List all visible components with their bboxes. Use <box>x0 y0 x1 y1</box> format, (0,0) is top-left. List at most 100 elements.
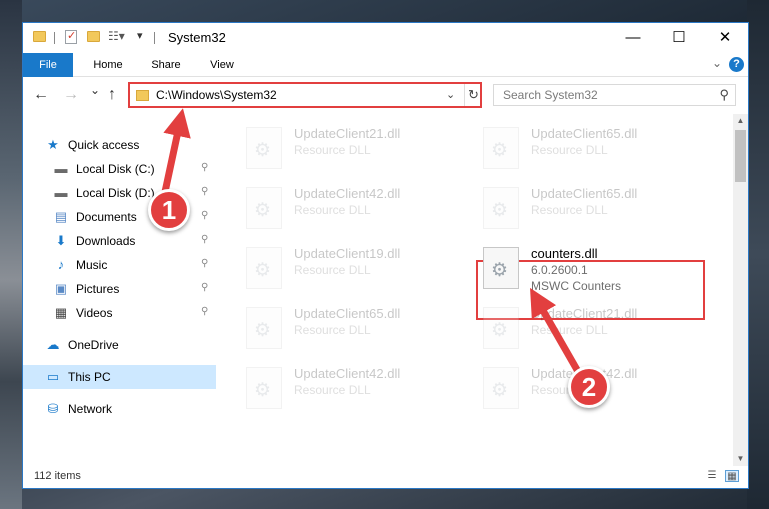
sidebar-item-videos[interactable]: ▦ Videos ⚲ <box>23 301 216 325</box>
file-name: UpdateClient19.dll <box>294 246 401 261</box>
file-name: UpdateClient21.dll <box>294 126 401 141</box>
gear-icon: ⚙ <box>491 140 509 161</box>
dll-file-icon: ⚙ <box>483 307 519 349</box>
customize-toolbar-icon[interactable]: ☷▾ <box>108 29 125 43</box>
pin-icon[interactable]: ⚲ <box>201 210 208 221</box>
sidebar-item-this-pc[interactable]: ▭ This PC <box>23 365 216 389</box>
file-type: Resource DLL <box>294 323 371 337</box>
sidebar-item-label: Network <box>68 402 113 416</box>
tab-home[interactable]: Home <box>83 53 133 77</box>
search-input[interactable]: Search System32 ⚲ <box>493 84 736 106</box>
back-button[interactable]: ← <box>33 86 49 104</box>
up-button[interactable]: ↑ <box>108 86 116 104</box>
sidebar-item-local-disk-c[interactable]: ▬ Local Disk (C:) ⚲ <box>23 157 216 181</box>
close-button[interactable]: ✕ <box>702 23 748 53</box>
chevron-down-icon[interactable]: ▾ <box>137 29 143 42</box>
file-item[interactable]: ⚙ UpdateClient19.dll Resource DLL <box>236 244 466 302</box>
file-name: counters.dll <box>531 246 598 261</box>
file-item-counters-dll[interactable]: ⚙ counters.dll 6.0.2600.1 MSWC Counters <box>473 244 703 302</box>
search-icon[interactable]: ⚲ <box>719 87 729 103</box>
pin-icon[interactable]: ⚲ <box>201 234 208 245</box>
gear-icon: ⚙ <box>491 200 509 221</box>
window-title: System32 <box>168 30 226 45</box>
drive-icon: ▬ <box>54 185 68 200</box>
file-item[interactable]: ⚙ UpdateClient42.dll Resource DLL <box>236 364 466 422</box>
sidebar-item-label: Music <box>76 258 108 272</box>
gear-icon: ⚙ <box>491 320 509 341</box>
dll-file-icon: ⚙ <box>483 247 519 289</box>
folder-icon <box>136 90 149 101</box>
dll-file-icon: ⚙ <box>246 247 282 289</box>
file-item[interactable]: ⚙ UpdateClient21.dll Resource DLL <box>236 124 466 182</box>
new-folder-icon[interactable] <box>87 31 100 42</box>
vertical-scrollbar[interactable]: ▲ ▼ <box>733 114 748 466</box>
file-type: Resource DLL <box>294 203 371 217</box>
gear-icon: ⚙ <box>254 260 272 281</box>
file-name: UpdateClient42.dll <box>294 366 401 381</box>
sidebar-item-music[interactable]: ♪ Music ⚲ <box>23 253 216 277</box>
tab-share[interactable]: Share <box>141 53 191 77</box>
file-item[interactable]: ⚙ UpdateClient65.dll Resource DLL <box>236 304 466 362</box>
toolbar-separator <box>154 32 155 44</box>
address-bar[interactable]: C:\Windows\System32 ⌄ ↻ <box>128 82 482 108</box>
gear-icon: ⚙ <box>254 320 272 341</box>
refresh-button[interactable]: ↻ <box>464 84 482 106</box>
scroll-up-icon[interactable]: ▲ <box>733 114 748 128</box>
tab-view[interactable]: View <box>197 53 247 77</box>
dll-file-icon: ⚙ <box>483 187 519 229</box>
desktop-background-left <box>0 0 22 509</box>
minimize-button[interactable]: — <box>610 23 656 53</box>
maximize-button[interactable]: ☐ <box>656 23 702 53</box>
properties-icon[interactable] <box>65 29 77 44</box>
forward-button[interactable]: → <box>63 86 79 104</box>
scroll-down-icon[interactable]: ▼ <box>733 452 748 466</box>
sidebar-item-quick-access[interactable]: ★ Quick access <box>23 133 216 157</box>
gear-icon: ⚙ <box>491 380 509 401</box>
pin-icon[interactable]: ⚲ <box>201 306 208 317</box>
dll-file-icon: ⚙ <box>246 187 282 229</box>
file-item[interactable]: ⚙ UpdateClient65.dll Resource DLL <box>473 124 703 182</box>
file-item[interactable]: ⚙ UpdateClient42.dll Resource DLL <box>236 184 466 242</box>
gear-icon: ⚙ <box>254 140 272 161</box>
help-button[interactable]: ? <box>729 57 744 72</box>
gear-icon: ⚙ <box>254 200 272 221</box>
file-item[interactable]: ⚙ UpdateClient65.dll Resource DLL <box>473 184 703 242</box>
sidebar-item-pictures[interactable]: ▣ Pictures ⚲ <box>23 277 216 301</box>
file-explorer-window: ☷▾ ▾ System32 — ☐ ✕ File Home Share View… <box>22 22 749 489</box>
download-icon: ⬇ <box>55 233 67 248</box>
address-path[interactable]: C:\Windows\System32 <box>156 88 277 102</box>
sidebar-item-label: Downloads <box>76 234 136 248</box>
step-2-badge: 2 <box>568 366 610 408</box>
status-bar: 112 items ☰ ▦ <box>23 466 748 488</box>
tab-file[interactable]: File <box>23 53 73 77</box>
file-item[interactable]: ⚙ UpdateClient21.dll Resource DLL <box>473 304 703 362</box>
file-name: UpdateClient65.dll <box>294 306 401 321</box>
sidebar-item-onedrive[interactable]: ☁ OneDrive <box>23 333 216 357</box>
scrollbar-thumb[interactable] <box>735 130 746 182</box>
file-name: UpdateClient65.dll <box>531 126 638 141</box>
file-type: Resource DLL <box>294 263 371 277</box>
dll-file-icon: ⚙ <box>246 127 282 169</box>
sidebar-item-label: This PC <box>68 370 111 384</box>
chevron-down-icon[interactable]: ⌄ <box>446 88 455 101</box>
expand-ribbon-icon[interactable]: ⌄ <box>712 56 722 70</box>
gear-icon: ⚙ <box>254 380 272 401</box>
details-view-icon[interactable]: ☰ <box>705 470 719 482</box>
sidebar-item-label: Local Disk (D:) <box>76 186 155 200</box>
sidebar-item-downloads[interactable]: ⬇ Downloads ⚲ <box>23 229 216 253</box>
ribbon: File Home Share View ⌄ ? <box>23 53 748 77</box>
sidebar-item-label: Pictures <box>76 282 120 296</box>
file-description: MSWC Counters <box>531 279 622 293</box>
pictures-icon: ▣ <box>54 281 68 296</box>
pin-icon[interactable]: ⚲ <box>201 258 208 269</box>
network-icon: ⛁ <box>47 401 59 416</box>
pin-icon[interactable]: ⚲ <box>201 186 208 197</box>
recent-locations-button[interactable]: ⌄ <box>90 83 100 97</box>
navigation-bar: ← → ⌄ ↑ C:\Windows\System32 ⌄ ↻ Search S… <box>23 78 748 114</box>
pin-icon[interactable]: ⚲ <box>201 282 208 293</box>
pin-icon[interactable]: ⚲ <box>201 162 208 173</box>
file-type: Resource DLL <box>531 323 608 337</box>
star-icon: ★ <box>47 137 59 152</box>
tiles-view-icon[interactable]: ▦ <box>725 470 739 482</box>
sidebar-item-network[interactable]: ⛁ Network <box>23 397 216 421</box>
